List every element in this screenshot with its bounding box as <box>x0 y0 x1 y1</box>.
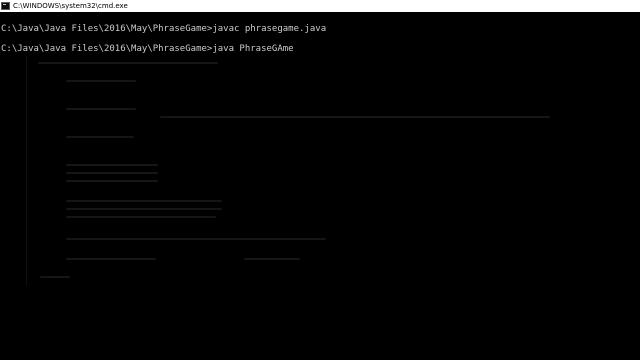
console-area[interactable]: C:\Java\Java Files\2016\May\PhraseGame>j… <box>0 12 640 360</box>
window-title: C:\WINDOWS\system32\cmd.exe <box>13 2 128 10</box>
background-ghost-code <box>0 12 640 360</box>
cmd-window: C:\WINDOWS\system32\cmd.exe C:\Java\Java… <box>0 0 640 360</box>
console-icon[interactable] <box>1 2 10 10</box>
console-line-2: C:\Java\Java Files\2016\May\PhraseGame>j… <box>1 44 294 54</box>
console-line-1: C:\Java\Java Files\2016\May\PhraseGame>j… <box>1 24 327 34</box>
title-bar[interactable]: C:\WINDOWS\system32\cmd.exe <box>0 0 640 12</box>
